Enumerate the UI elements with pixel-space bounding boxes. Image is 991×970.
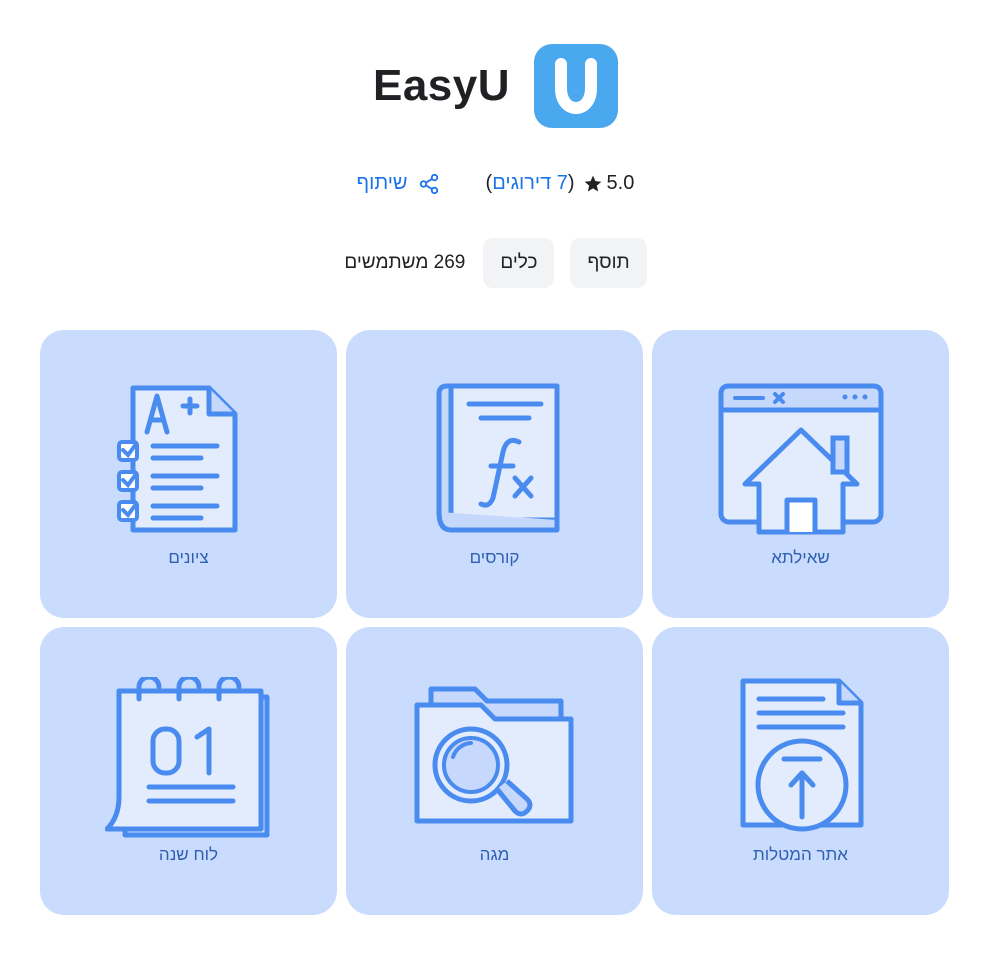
tiles-grid: ציונים קורסים שאילתא לוח שנה מגה אתר המט… [40,330,949,915]
app-logo [534,44,619,128]
star-icon [584,175,601,191]
upload-document-icon [740,678,864,832]
tile-label: ציונים [168,548,209,567]
users-count: 269 משתמשים [344,252,466,273]
tile-query[interactable]: שאילתא [652,330,949,618]
share-icon [419,173,438,194]
grades-checklist-icon [117,385,238,533]
browser-home-icon [718,383,884,535]
chip-tools[interactable]: כלים [483,238,555,288]
share-label: שיתוף [356,172,408,194]
chip-addon[interactable]: תוסף [570,238,647,288]
tile-label: מגה [479,845,510,864]
tile-label: אתר המטלות [753,845,848,864]
logo-u-icon [555,58,598,115]
tile-mega[interactable]: מגה [346,627,643,915]
open-paren: ( [485,172,493,194]
tile-courses[interactable]: קורסים [346,330,643,618]
tile-label: לוח שנה [158,845,219,864]
chips-row: 269 משתמשים כלים תוסף [0,238,991,288]
app-title: EasyU [372,61,511,110]
close-paren: ) [567,172,575,194]
app-header: EasyU [0,44,991,128]
tile-calendar[interactable]: לוח שנה [40,627,337,915]
tile-assignments[interactable]: אתר המטלות [652,627,949,915]
reviews-link[interactable]: 7 דירוגים [492,172,568,195]
calendar-icon [105,677,270,838]
rating-row: שיתוף ( 7 דירוגים ) 5.0 [0,172,991,195]
folder-search-icon [414,686,574,824]
tile-grades[interactable]: ציונים [40,330,337,618]
tile-label: שאילתא [771,548,830,567]
tile-label: קורסים [469,548,520,567]
formula-book-icon [436,383,560,533]
rating-value: 5.0 [606,172,635,194]
share-button[interactable]: שיתוף [357,172,440,195]
